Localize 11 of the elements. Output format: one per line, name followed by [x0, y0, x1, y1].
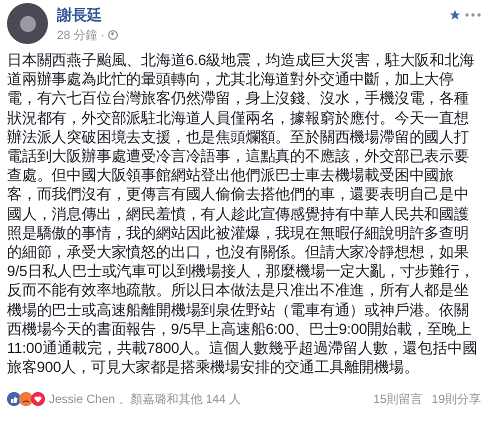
shares-link[interactable]: 19則分享	[432, 390, 481, 408]
author-name[interactable]: 謝長廷	[57, 6, 118, 26]
star-icon[interactable]	[449, 9, 461, 21]
post-text: 日本關西燕子颱風、北海道6.6級地震，均造成巨大災害，駐大阪和北海道兩辦事處為此忙的暈頭轉向，尤其北海道對外交通中斷，加上大停電，有六七百位台灣旅客仍然滯留，身上沒錢、沒水，手機沒電，各種狀況都有，外交部派駐北海道人員僅兩名，據報窮於應付。今天一直想辦法派人突破困境去支援，也是焦頭爛額。至於關西機場滯留的國人打電話到大阪辦事處遭受冷言冷語事，這點真的不應該，外交部已表示要查處。但中國大阪領事館網站登出他們派巴士車去機場載受困中國旅客，而我們沒有，更傳言有國人偷偷去搭他們的車，還要表明自己是中國人，消息傳出，網民羞憤，有人趁此宣傳感覺持有中華人民共和國護照是驕傲的事情，我的網站因此被灌爆，我現在無暇仔細說明許多查明的細節，承受大家憤怒的出口，也沒有關係。但請大家冷靜想想，如果9/5日私人巴士或汽車可以到機場接人，那麼機場一定大亂，寸步難行，反而不能有效率地疏散。所以日本做法是只准出不准進，所有人都是坐機場的巴士或高速船離開機場到泉佐野站（電車有通）或神戶港。依關西機場今天的書面報告，9/5早上高速船6:00、巴士9:00開始載，至晚上11:00通通載完，共載7800人。這個人數幾乎超過滯留人數，還包括中國旅客900人，可見大家都是搭乘機場安排的交通工具離開機場。	[7, 52, 478, 378]
more-icon[interactable]	[465, 13, 481, 17]
comments-link[interactable]: 15則留言	[373, 390, 423, 408]
like-icon	[7, 392, 21, 406]
reactors-link[interactable]: Jessie Chen 、顏嘉璐和其他 144 人	[49, 390, 242, 408]
separator: ·	[100, 27, 105, 44]
post-time[interactable]: 28 分鐘	[57, 26, 98, 44]
avatar[interactable]	[7, 3, 48, 44]
